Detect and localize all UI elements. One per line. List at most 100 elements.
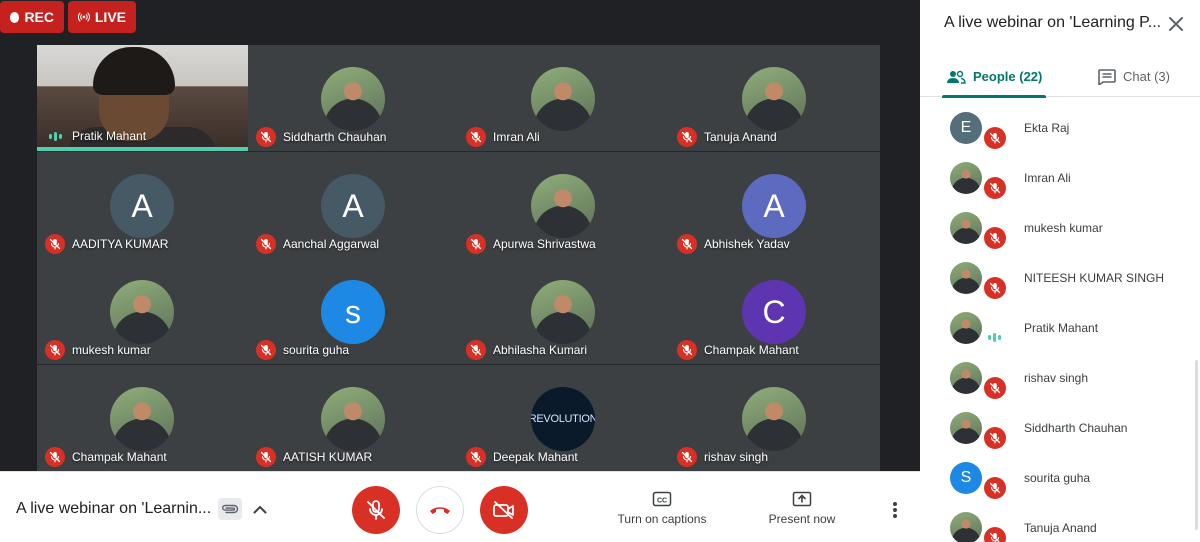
tab-people-label: People (22) — [973, 69, 1043, 84]
person-status — [984, 327, 1004, 345]
meeting-title[interactable]: A live webinar on 'Learnin... — [16, 500, 212, 518]
captions-label: Turn on captions — [617, 512, 707, 526]
participant-name: AATISH KUMAR — [283, 450, 373, 464]
participant-avatar: C — [742, 280, 806, 344]
leave-call-button[interactable] — [416, 486, 464, 534]
participant-grid: Pratik Mahant Siddharth Chauhan Imran Ali T… — [37, 45, 880, 471]
participant-tile[interactable]: Tanuja Anand — [669, 45, 880, 151]
people-list-item[interactable]: E Ekta Raj — [920, 112, 1200, 162]
people-list-item[interactable]: Tanuja Anand — [920, 512, 1200, 542]
camera-toggle-button[interactable] — [480, 486, 528, 534]
panel-tabs: People (22) Chat (3) — [920, 56, 1200, 98]
mic-off-icon — [984, 427, 1006, 449]
people-list-item[interactable]: mukesh kumar — [920, 212, 1200, 262]
chat-icon — [1098, 68, 1116, 85]
mic-off-icon — [367, 500, 385, 520]
participant-name: mukesh kumar — [72, 343, 151, 357]
avatar-text: REVOLUTION — [531, 387, 595, 451]
person-status — [984, 127, 1006, 149]
people-list-item[interactable]: NITEESH KUMAR SINGH — [920, 262, 1200, 312]
mic-off-icon — [45, 234, 65, 254]
participant-tile[interactable]: A Abhishek Yadav — [669, 152, 880, 258]
person-name: Pratik Mahant — [1024, 321, 1099, 335]
meet-window: REC LIVE Pratik Mahant Siddharth Chauhan I… — [0, 0, 1200, 542]
participant-name-row: Abhishek Yadav — [677, 234, 790, 254]
present-now-button[interactable]: Present now — [752, 491, 852, 526]
microphone-toggle-button[interactable] — [352, 486, 400, 534]
participant-name-row: Abhilasha Kumari — [466, 340, 587, 360]
participant-name: AADITYA KUMAR — [72, 237, 169, 251]
participant-name-row: Siddharth Chauhan — [256, 127, 386, 147]
participant-tile[interactable]: s sourita guha — [248, 258, 459, 364]
participant-avatar — [110, 387, 174, 451]
participant-tile[interactable]: Siddharth Chauhan — [248, 45, 459, 151]
participant-tile[interactable]: mukesh kumar — [37, 258, 248, 364]
tab-chat-label: Chat (3) — [1123, 69, 1170, 84]
participant-tile[interactable]: Abhilasha Kumari — [458, 258, 669, 364]
people-list-item[interactable]: Ssourita guha — [920, 462, 1200, 512]
person-name: Ekta Raj — [1024, 121, 1070, 135]
person-avatar — [950, 162, 982, 194]
captions-icon-text: CC — [657, 498, 667, 505]
captions-button[interactable]: CC Turn on captions — [606, 491, 718, 526]
person-avatar — [950, 362, 982, 394]
mic-off-icon — [256, 447, 276, 467]
bottom-toolbar: A live webinar on 'Learnin... CC Turn on… — [0, 471, 920, 542]
more-dot-icon — [893, 502, 897, 506]
person-name: mukesh kumar — [1024, 221, 1103, 235]
participant-tile[interactable]: A Aanchal Aggarwal — [248, 152, 459, 258]
participant-tile[interactable]: C Champak Mahant — [669, 258, 880, 364]
person-avatar — [950, 412, 982, 444]
mic-off-icon — [984, 127, 1006, 149]
mic-off-icon — [256, 340, 276, 360]
participant-name-row: Imran Ali — [466, 127, 540, 147]
tab-people[interactable]: People (22) — [941, 56, 1047, 98]
attachment-button[interactable] — [218, 498, 242, 520]
people-list-item[interactable]: rishav singh — [920, 362, 1200, 412]
participant-name-row: Champak Mahant — [45, 447, 167, 467]
participant-tile[interactable]: REVOLUTION Deepak Mahant — [458, 365, 669, 471]
recording-badge: REC — [0, 1, 64, 33]
participant-name-row: mukesh kumar — [45, 340, 151, 360]
tab-chat[interactable]: Chat (3) — [1098, 56, 1170, 97]
mic-off-icon — [256, 127, 276, 147]
people-list-item[interactable]: Imran Ali — [920, 162, 1200, 212]
person-name: rishav singh — [1024, 371, 1089, 385]
person-avatar: S — [950, 462, 982, 494]
people-list-item[interactable]: Pratik Mahant — [920, 312, 1200, 362]
present-label: Present now — [768, 512, 836, 526]
participant-avatar: A — [742, 174, 806, 238]
person-avatar: E — [950, 112, 982, 144]
mic-off-icon — [256, 234, 276, 254]
person-status — [984, 177, 1006, 199]
participant-tile[interactable]: AATISH KUMAR — [248, 365, 459, 471]
speaking-indicator-icon — [45, 131, 65, 141]
mic-off-icon — [677, 234, 697, 254]
mic-off-icon — [677, 340, 697, 360]
participant-avatar — [531, 280, 595, 344]
participant-tile[interactable]: Pratik Mahant — [37, 45, 248, 151]
more-options-button[interactable] — [886, 500, 904, 520]
mic-off-icon — [677, 447, 697, 467]
participant-tile[interactable]: Champak Mahant — [37, 365, 248, 471]
participant-name-row: Aanchal Aggarwal — [256, 234, 379, 254]
present-screen-icon — [792, 491, 812, 507]
participant-tile[interactable]: A AADITYA KUMAR — [37, 152, 248, 258]
meeting-details-button[interactable] — [250, 498, 270, 520]
people-list-item[interactable]: Siddharth Chauhan — [920, 412, 1200, 462]
participant-avatar: A — [321, 174, 385, 238]
participant-tile[interactable]: rishav singh — [669, 365, 880, 471]
avatar-initial: C — [762, 293, 786, 330]
participant-name: Tanuja Anand — [704, 130, 777, 144]
participant-tile[interactable]: Apurwa Shrivastwa — [458, 152, 669, 258]
participant-tile[interactable]: Imran Ali — [458, 45, 669, 151]
avatar-initial: s — [345, 293, 361, 330]
avatar-initial: A — [131, 187, 153, 224]
mic-off-icon — [677, 127, 697, 147]
closed-captions-icon: CC — [652, 491, 672, 507]
scrollbar-thumb[interactable] — [1195, 360, 1198, 530]
people-icon — [947, 70, 966, 84]
close-panel-button[interactable] — [1164, 12, 1188, 36]
video-stage: REC LIVE Pratik Mahant Siddharth Chauhan I… — [0, 0, 920, 471]
person-name: NITEESH KUMAR SINGH — [1024, 271, 1165, 285]
